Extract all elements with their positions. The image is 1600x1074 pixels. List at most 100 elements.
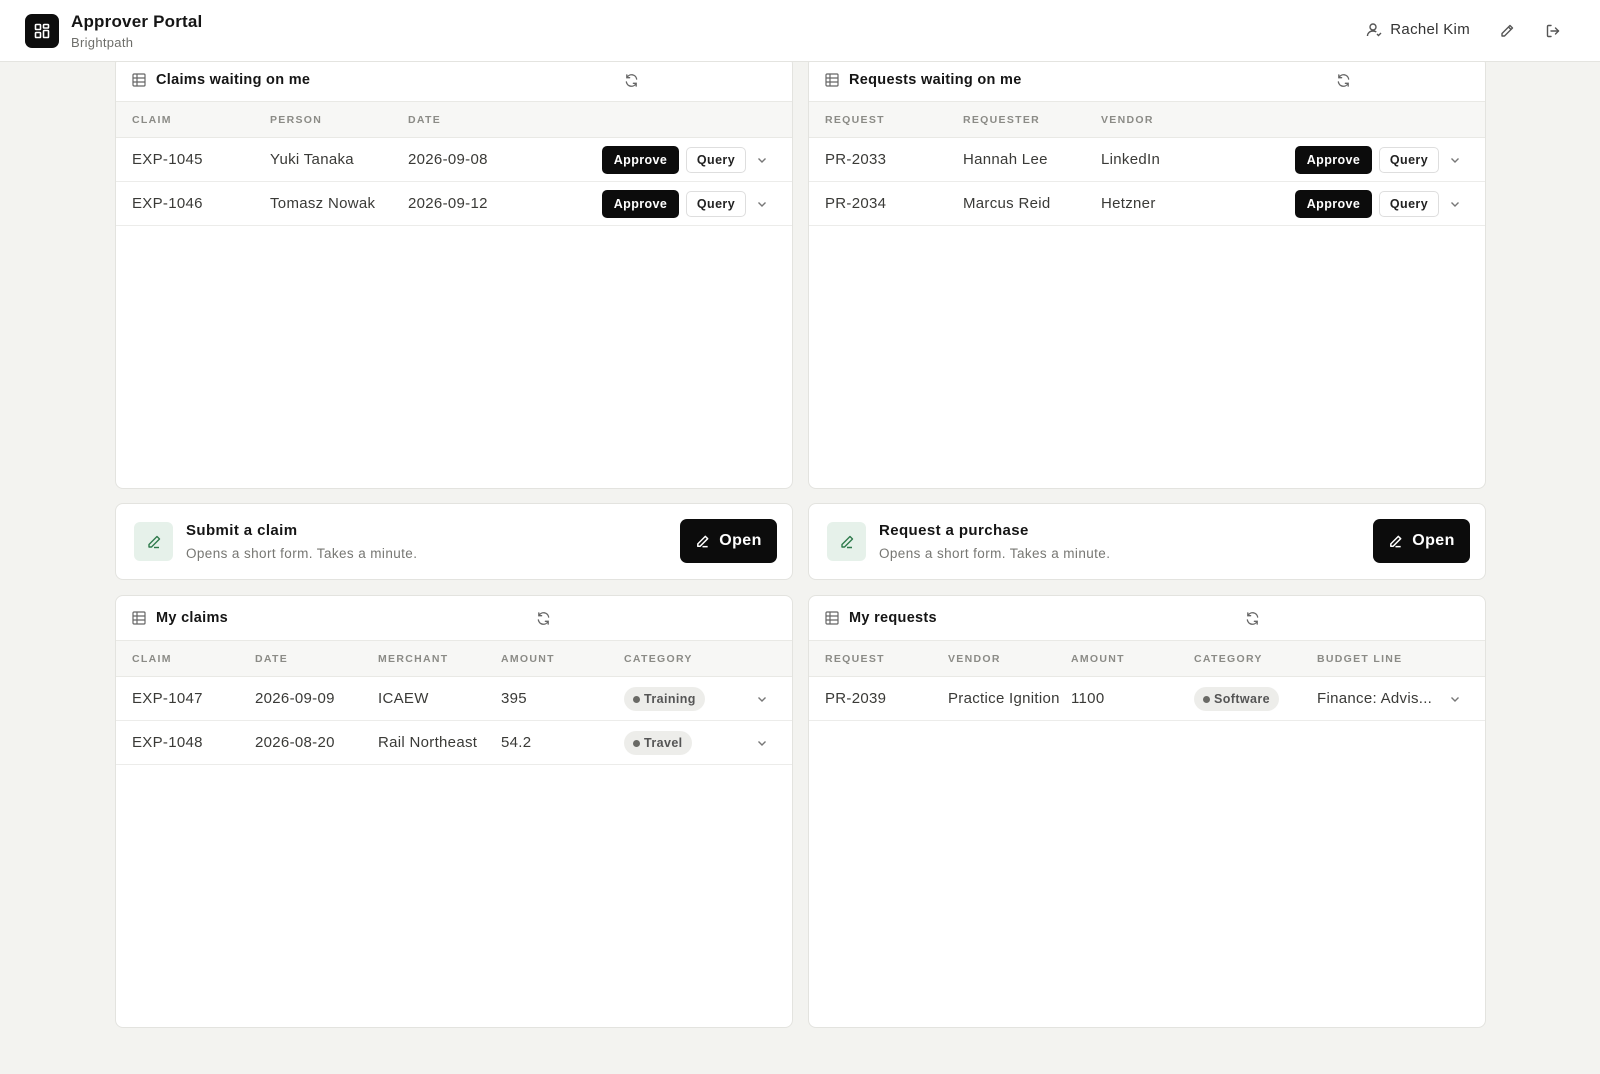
column-header: VENDOR [948,653,1001,665]
requests-waiting-card: Requests waiting on me REQUEST REQUESTER… [808,56,1486,489]
request-amount: 1100 [1071,690,1105,707]
claim-amount: 395 [501,690,527,707]
expand-row-button[interactable] [754,735,770,751]
user-menu[interactable]: Rachel Kim [1366,21,1470,38]
logout-icon [1545,23,1561,39]
my-requests-card: My requests REQUEST VENDOR AMOUNT CATEGO… [808,595,1486,1028]
refresh-icon [1245,611,1260,626]
expand-row-button[interactable] [754,196,770,212]
category-badge: Travel [624,731,692,755]
query-button[interactable]: Query [686,147,746,173]
action-title: Submit a claim [186,522,298,539]
request-id: PR-2039 [825,690,887,707]
table-row[interactable]: EXP-1045 Yuki Tanaka 2026-09-08 Approve … [116,138,792,182]
open-button-label: Open [719,532,762,549]
expand-row-button[interactable] [1447,196,1463,212]
refresh-button[interactable] [622,71,640,89]
open-purchase-form-button[interactable]: Open [1373,519,1470,563]
submit-claim-card: Submit a claim Opens a short form. Takes… [115,503,793,580]
action-subtitle: Opens a short form. Takes a minute. [186,546,418,561]
requester-name: Hannah Lee [963,151,1048,168]
claims-waiting-card: Claims waiting on me CLAIM PERSON DATE E… [115,56,793,489]
refresh-icon [1336,73,1351,88]
card-title: Claims waiting on me [156,72,311,88]
open-claim-form-button[interactable]: Open [680,519,777,563]
table-header: CLAIM PERSON DATE [116,102,792,138]
table-icon [825,611,839,625]
request-id: PR-2033 [825,151,887,168]
approve-button[interactable]: Approve [602,146,679,174]
person-name: Tomasz Nowak [270,195,376,212]
pencil-icon [1499,23,1515,39]
approve-button[interactable]: Approve [602,190,679,218]
table-row[interactable]: EXP-1046 Tomasz Nowak 2026-09-12 Approve… [116,182,792,226]
chevron-down-icon [1449,154,1461,166]
claim-date: 2026-09-09 [255,690,335,707]
refresh-button[interactable] [1334,71,1352,89]
table-row[interactable]: PR-2039 Practice Ignition 1100 Software … [809,677,1485,721]
user-icon [1366,22,1382,38]
my-claims-card: My claims CLAIM DATE MERCHANT AMOUNT CAT… [115,595,793,1028]
open-button-label: Open [1412,532,1455,549]
vendor-name: LinkedIn [1101,151,1161,168]
column-header: AMOUNT [501,653,555,665]
refresh-button[interactable] [1243,609,1261,627]
table-header: REQUEST REQUESTER VENDOR [809,102,1485,138]
column-header: REQUESTER [963,114,1041,126]
column-header: MERCHANT [378,653,449,665]
pencil-icon [134,522,173,561]
table-header: CLAIM DATE MERCHANT AMOUNT CATEGORY [116,641,792,677]
pencil-icon [1388,534,1403,549]
logout-button[interactable] [1542,20,1564,42]
user-name: Rachel Kim [1390,21,1470,38]
merchant-name: Rail Northeast [378,734,478,751]
query-button[interactable]: Query [1379,147,1439,173]
table-row[interactable]: EXP-1047 2026-09-09 ICAEW 395 Training [116,677,792,721]
category-badge: Training [624,687,705,711]
card-title: My requests [849,610,937,626]
card-header: My requests [809,596,1485,641]
refresh-icon [536,611,551,626]
request-purchase-card: Request a purchase Opens a short form. T… [808,503,1486,580]
app-title: Approver Portal [71,12,203,31]
column-header: DATE [255,653,289,665]
refresh-button[interactable] [534,609,552,627]
chevron-down-icon [756,198,768,210]
chevron-down-icon [1449,198,1461,210]
column-header: VENDOR [1101,114,1154,126]
edit-profile-button[interactable] [1496,20,1518,42]
claim-id: EXP-1045 [132,151,203,168]
column-header: REQUEST [825,653,885,665]
action-subtitle: Opens a short form. Takes a minute. [879,546,1111,561]
expand-row-button[interactable] [754,152,770,168]
app-logo-icon [25,14,59,48]
chevron-down-icon [756,154,768,166]
column-header: CLAIM [132,114,172,126]
column-header: DATE [408,114,442,126]
query-button[interactable]: Query [686,191,746,217]
table-row[interactable]: PR-2034 Marcus Reid Hetzner Approve Quer… [809,182,1485,226]
claim-id: EXP-1048 [132,734,203,751]
claim-amount: 54.2 [501,734,532,751]
table-row[interactable]: EXP-1048 2026-08-20 Rail Northeast 54.2 … [116,721,792,765]
claim-date: 2026-09-08 [408,151,488,168]
claim-id: EXP-1047 [132,690,203,707]
expand-row-button[interactable] [1447,691,1463,707]
expand-row-button[interactable] [754,691,770,707]
top-bar: Approver Portal Brightpath Rachel Kim [0,0,1600,62]
column-header: PERSON [270,114,323,126]
table-icon [132,73,146,87]
expand-row-button[interactable] [1447,152,1463,168]
table-row[interactable]: PR-2033 Hannah Lee LinkedIn Approve Quer… [809,138,1485,182]
vendor-name: Hetzner [1101,195,1156,212]
column-header: CATEGORY [1194,653,1263,665]
card-header: Claims waiting on me [116,57,792,102]
column-header: BUDGET LINE [1317,653,1403,665]
pencil-icon [695,534,710,549]
column-header: CLAIM [132,653,172,665]
chevron-down-icon [756,737,768,749]
approve-button[interactable]: Approve [1295,190,1372,218]
query-button[interactable]: Query [1379,191,1439,217]
org-name: Brightpath [71,35,134,50]
approve-button[interactable]: Approve [1295,146,1372,174]
